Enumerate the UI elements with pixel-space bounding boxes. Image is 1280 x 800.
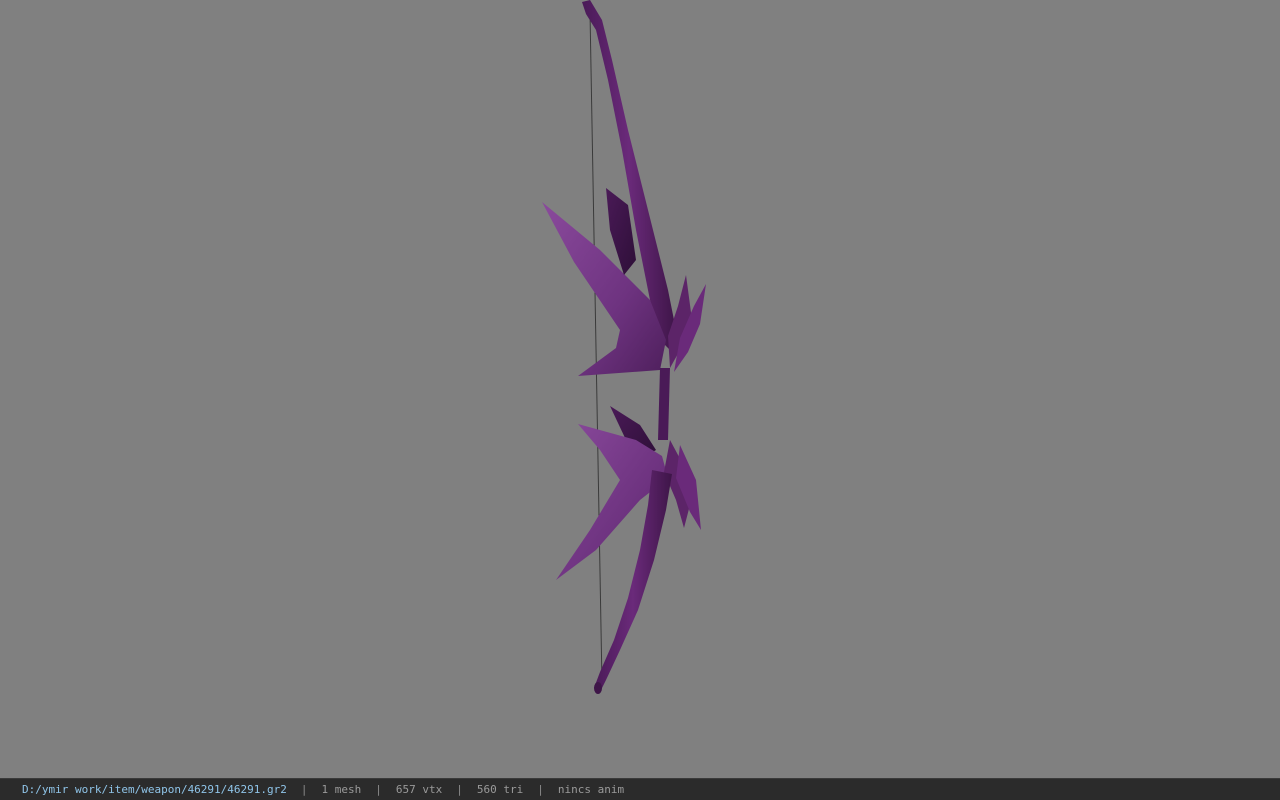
animation-status-label: nincs anim	[557, 783, 625, 796]
bow-model	[542, 0, 706, 694]
separator: |	[300, 783, 308, 796]
vertex-count-label: 657 vtx	[395, 783, 443, 796]
mesh-count-label: 1 mesh	[321, 783, 362, 796]
bow-string	[589, 11, 603, 685]
file-path-label: D:/ymir work/item/weapon/46291/46291.gr2	[22, 783, 287, 796]
triangle-count-label: 560 tri	[476, 783, 524, 796]
model-viewport[interactable]	[0, 0, 1280, 778]
separator: |	[456, 783, 463, 796]
bow-grip	[658, 368, 670, 440]
separator: |	[375, 783, 382, 796]
separator: |	[537, 783, 544, 796]
status-bar: D:/ymir work/item/weapon/46291/46291.gr2…	[0, 778, 1280, 800]
bow-lower-tip	[594, 682, 602, 694]
